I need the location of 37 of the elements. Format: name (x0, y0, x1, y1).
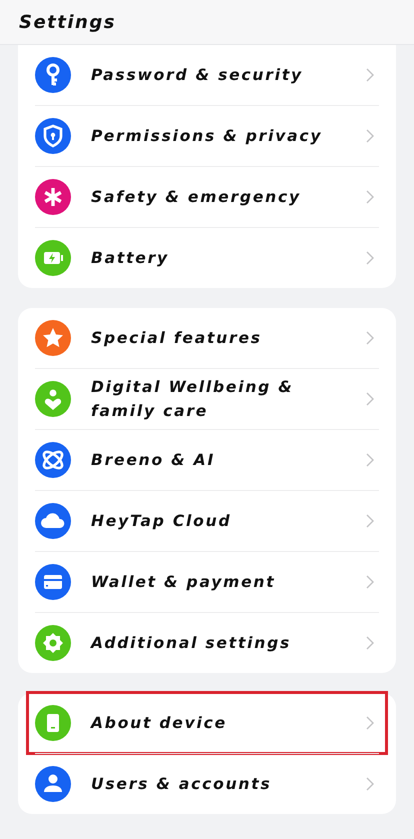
item-label: About device (91, 713, 228, 734)
settings-item[interactable]: Special features (35, 308, 379, 368)
item-label: Wallet & payment (91, 572, 276, 593)
highlighted-settings-item[interactable]: About device (28, 693, 386, 753)
settings-item[interactable]: Permissions & privacy (35, 105, 379, 166)
chevron-icon (365, 452, 375, 468)
item-label: Password & security (91, 65, 304, 86)
chevron-icon (365, 776, 375, 792)
chevron-icon (365, 330, 375, 346)
chevron-icon (365, 128, 375, 144)
screen-title: Settings (19, 12, 116, 32)
chevron-icon (365, 715, 375, 731)
item-label: Special features (91, 328, 263, 349)
settings-item[interactable]: Users & accounts (35, 753, 379, 814)
settings-item[interactable]: Digital Wellbeing & family care (35, 368, 379, 429)
item-label: Safety & emergency (91, 187, 302, 208)
item-label: Battery (91, 248, 170, 269)
item-label: Users & accounts (91, 774, 272, 795)
settings-item[interactable]: Safety & emergency (35, 166, 379, 227)
settings-item[interactable]: Battery (35, 227, 379, 288)
chevron-icon (365, 574, 375, 590)
settings-item[interactable]: Wallet & payment (35, 551, 379, 612)
chevron-icon (365, 513, 375, 529)
chevron-icon (365, 189, 375, 205)
settings-item[interactable]: HeyTap Cloud (35, 490, 379, 551)
settings-item[interactable]: Password & security (35, 45, 379, 105)
item-label: Breeno & AI (91, 450, 216, 471)
chevron-icon (365, 250, 375, 266)
settings-item[interactable]: Additional settings (35, 612, 379, 673)
chevron-icon (365, 67, 375, 83)
item-label: HeyTap Cloud (91, 511, 232, 532)
item-label: Digital Wellbeing & family care (91, 377, 295, 422)
chevron-icon (365, 635, 375, 651)
item-label: Permissions & privacy (91, 126, 324, 147)
chevron-icon (365, 391, 375, 407)
settings-item[interactable]: Breeno & AI (35, 429, 379, 490)
item-label: Additional settings (91, 633, 292, 654)
